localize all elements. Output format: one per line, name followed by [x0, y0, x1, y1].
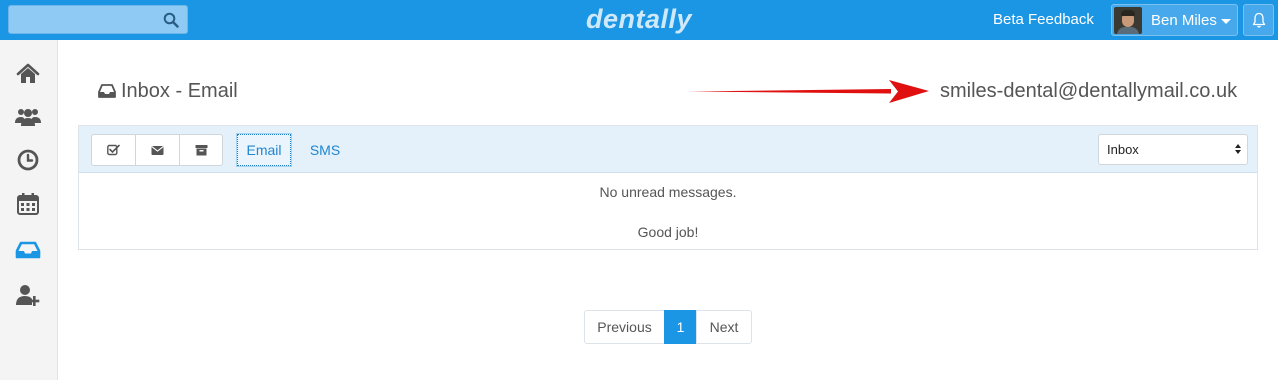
inbox-icon [98, 84, 116, 98]
archive-button[interactable] [180, 135, 224, 165]
archive-icon [195, 145, 208, 156]
top-navbar: dentally Beta Feedback Ben Miles [0, 0, 1278, 40]
avatar [1114, 7, 1142, 34]
user-menu-button[interactable]: Ben Miles [1111, 4, 1238, 36]
envelope-icon [151, 146, 164, 155]
sidebar-item-appointments[interactable] [14, 148, 42, 172]
sidebar-item-add-user[interactable] [14, 283, 42, 307]
tab-email[interactable]: Email [236, 133, 292, 167]
home-icon [16, 63, 40, 83]
empty-state-subtext: Good job! [637, 224, 699, 240]
inbox-toolbar: Email SMS Inbox [79, 126, 1257, 173]
user-name: Ben Miles [1151, 12, 1217, 29]
notifications-button[interactable] [1243, 4, 1274, 36]
next-page-button[interactable]: Next [696, 310, 752, 344]
compose-button[interactable] [136, 135, 180, 165]
mark-read-button[interactable] [92, 135, 136, 165]
calendar-icon [17, 193, 39, 215]
check-square-icon [107, 144, 120, 156]
patients-icon [15, 109, 41, 126]
annotation-arrow-icon [688, 80, 929, 103]
beta-feedback-link[interactable]: Beta Feedback [993, 11, 1094, 28]
inbox-panel: Email SMS Inbox No unread messages. Good… [78, 125, 1258, 250]
clock-icon [17, 149, 39, 171]
bell-icon [1252, 12, 1266, 28]
folder-select[interactable]: Inbox [1098, 134, 1248, 165]
message-action-group [91, 134, 223, 166]
add-user-icon [16, 285, 40, 306]
sidebar-item-calendar[interactable] [14, 192, 42, 216]
sidebar [0, 40, 58, 380]
sidebar-item-home[interactable] [14, 62, 42, 86]
page-title-text: Inbox - Email [121, 80, 238, 102]
page-1-button[interactable]: 1 [664, 310, 697, 344]
inbox-icon [15, 241, 41, 259]
tab-sms[interactable]: SMS [301, 134, 349, 166]
empty-state-message: No unread messages. [599, 184, 737, 200]
previous-page-button[interactable]: Previous [584, 310, 665, 344]
sidebar-item-inbox[interactable] [14, 237, 42, 261]
inbox-email-address: smiles-dental@dentallymail.co.uk [940, 80, 1238, 102]
caret-down-icon [1221, 19, 1231, 24]
sidebar-item-patients[interactable] [14, 105, 42, 129]
folder-select-value: Inbox [1107, 142, 1139, 157]
select-arrows-icon [1235, 144, 1241, 154]
